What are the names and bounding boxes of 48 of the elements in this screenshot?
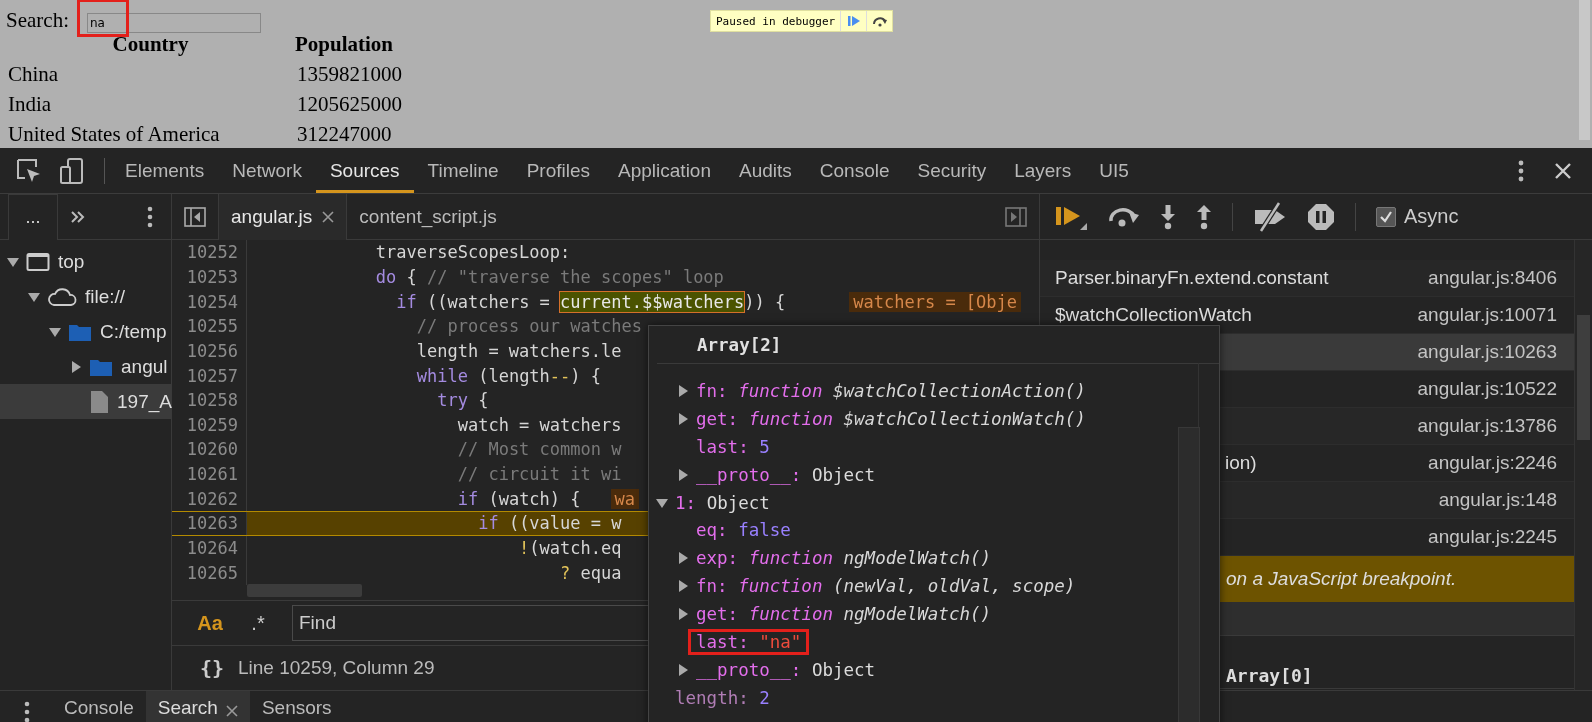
code-text: ? equa xyxy=(559,562,622,583)
object-property: 1: Object xyxy=(674,491,771,515)
paused-message: on a JavaScript breakpoint. xyxy=(1226,568,1457,590)
column-header: Country xyxy=(111,30,190,58)
popover-title: Array[2] xyxy=(697,334,782,355)
object-property: length: 2 xyxy=(674,686,771,710)
table-cell-text: China xyxy=(7,60,60,88)
function-name: ion) xyxy=(1225,452,1257,474)
table-cell-text: United States of America xyxy=(7,120,221,148)
scope-value: Array[0] xyxy=(1226,665,1313,686)
table-cell-text: 312247000 xyxy=(296,120,393,148)
code-text: try { xyxy=(436,390,489,411)
code-text: )) { xyxy=(744,291,786,312)
code-text: while (length--) { xyxy=(415,365,602,386)
paused-label: Paused in debugger xyxy=(715,14,837,28)
code-text: traverseScopesLoop: xyxy=(374,242,571,263)
column-header: Population xyxy=(295,30,395,58)
code-text: !(watch.eq xyxy=(518,538,622,558)
code-text: // process our watches xyxy=(415,316,642,337)
code-text: if ((value = w xyxy=(477,513,622,534)
function-name: $watchCollectionWatch xyxy=(1055,304,1252,326)
object-property: __proto__: Object xyxy=(695,658,877,682)
line-number: 10263 xyxy=(172,512,247,535)
code-text: watch = watchers xyxy=(456,414,622,435)
object-property: last: "na" xyxy=(688,628,810,655)
code-text: if (watch) { xyxy=(456,488,581,509)
evaluated-expression: current.$$watchers xyxy=(560,291,745,312)
object-property: fn: function (newVal, oldVal, scope) xyxy=(695,575,1077,599)
object-property: exp: function ngModelWatch() xyxy=(695,547,993,571)
table-cell-text: India xyxy=(7,90,53,118)
code-text: // Most common w xyxy=(456,439,622,460)
code-text: do { // "traverse the scopes" loop xyxy=(374,266,724,287)
code-text: if ((watchers = xyxy=(395,291,551,312)
object-property: last: 5 xyxy=(695,435,771,459)
function-name: Parser.binaryFn.extend.constant xyxy=(1055,267,1329,289)
table-cell-text: 1205625000 xyxy=(296,90,402,118)
code-text: // circuit it wi xyxy=(456,464,622,485)
object-property: __proto__: Object xyxy=(695,463,877,487)
object-property: get: function ngModelWatch() xyxy=(695,603,993,627)
inline-value: watchers = [Obje xyxy=(849,291,1022,312)
cursor-position: Line 10259, Column 29 xyxy=(238,657,435,679)
tree-item-label: 197_A xyxy=(117,390,172,413)
async-label: Async xyxy=(1404,205,1459,228)
search-label: Search: xyxy=(6,8,69,33)
table-cell-text: 1359821000 xyxy=(296,60,402,88)
code-text: length = watchers.le xyxy=(415,340,622,361)
object-property: eq: false xyxy=(695,519,792,543)
inline-value: wa xyxy=(610,488,640,509)
